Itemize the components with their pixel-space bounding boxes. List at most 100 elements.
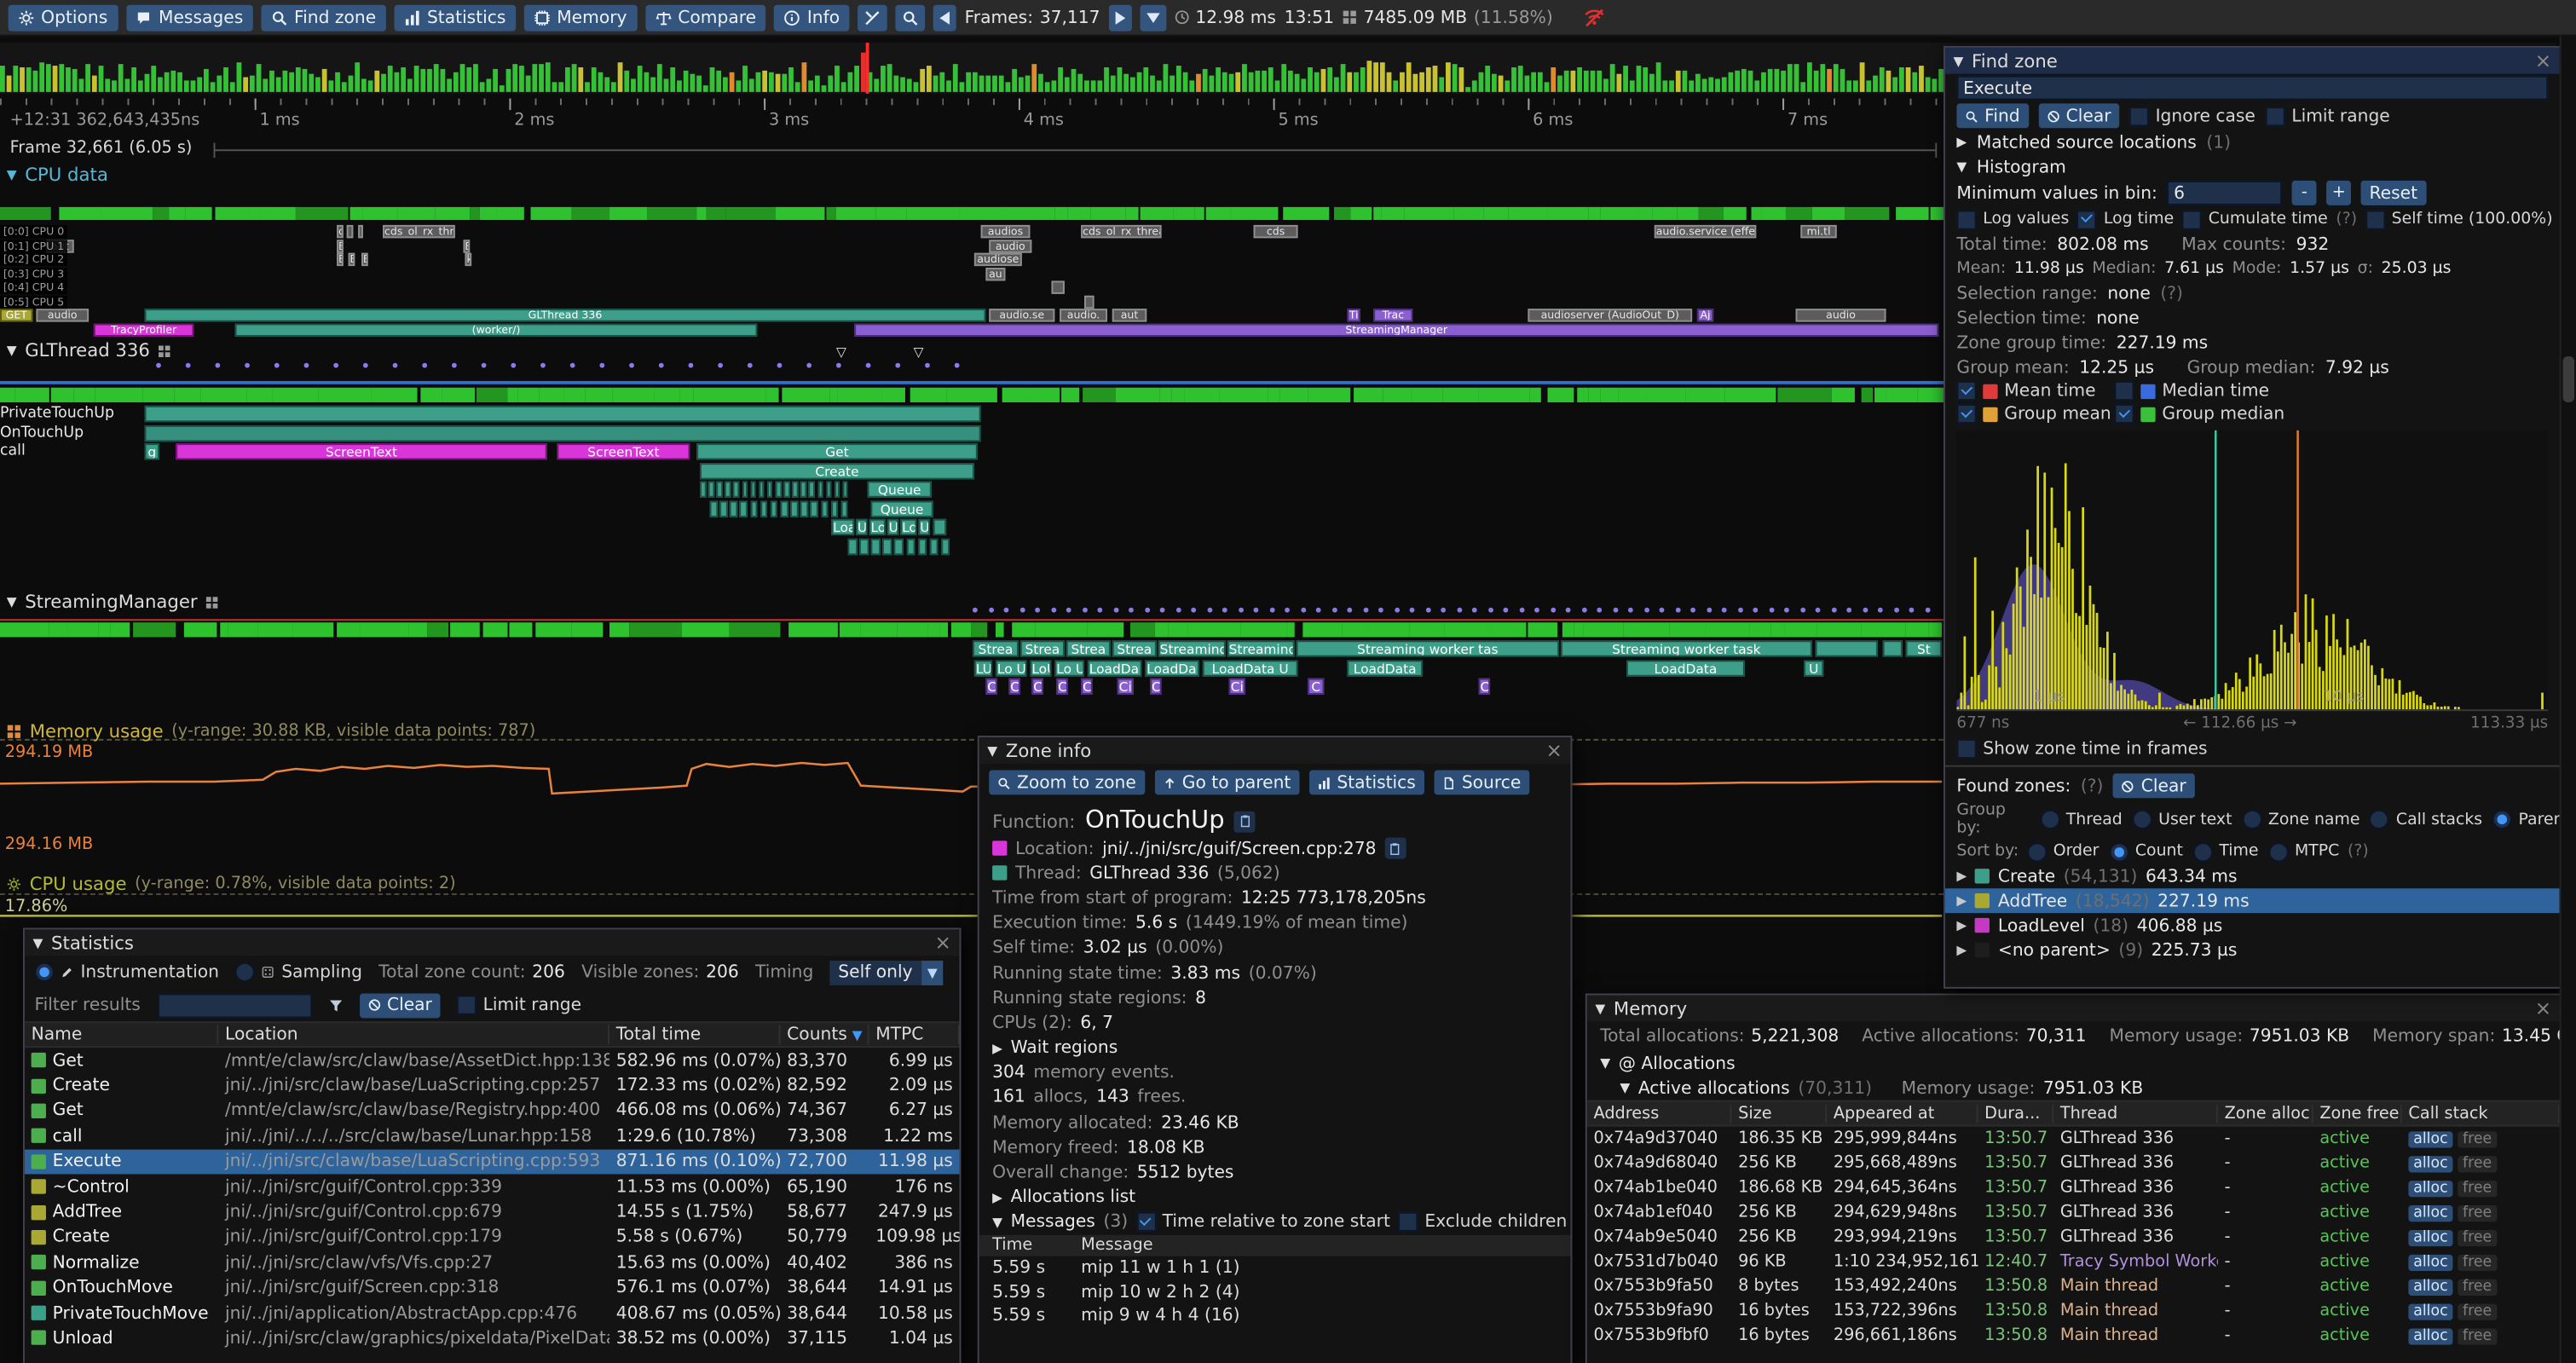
message-dot[interactable]: [1207, 608, 1212, 613]
zone[interactable]: LoU: [1030, 659, 1051, 675]
activity-segment[interactable]: [1302, 622, 1342, 637]
frame-bar[interactable]: [1360, 68, 1366, 92]
activity-segment[interactable]: [1412, 388, 1442, 402]
activity-segment[interactable]: [1770, 622, 1783, 637]
activity-segment[interactable]: [1160, 388, 1171, 402]
frame-bar[interactable]: [1051, 80, 1056, 92]
frame-bar[interactable]: [1545, 82, 1550, 92]
activity-segment[interactable]: [1372, 207, 1381, 220]
activity-segment[interactable]: [292, 622, 333, 637]
radio-option[interactable]: Zone name: [2242, 810, 2359, 829]
frame-bar[interactable]: [1255, 70, 1260, 91]
message-dot[interactable]: [1737, 608, 1742, 613]
frame-bar[interactable]: [1150, 75, 1155, 92]
ignore-case-checkbox[interactable]: Ignore case: [2129, 106, 2255, 125]
zone[interactable]: Ti: [1347, 309, 1360, 321]
activity-segment[interactable]: [1778, 388, 1832, 402]
activity-segment[interactable]: [1574, 622, 1583, 637]
frame-bar[interactable]: [105, 78, 110, 92]
activity-segment[interactable]: [1493, 622, 1528, 637]
activity-segment[interactable]: [1817, 622, 1862, 637]
frame-bar[interactable]: [1439, 77, 1444, 92]
frame-bar[interactable]: [966, 72, 971, 92]
message-dot[interactable]: [973, 608, 978, 613]
frame-bar[interactable]: [1347, 72, 1352, 92]
frame-bar[interactable]: [1610, 64, 1615, 92]
message-dot[interactable]: [511, 363, 516, 368]
frame-bar[interactable]: [1485, 65, 1490, 92]
message-dot[interactable]: [1909, 608, 1915, 613]
activity-segment[interactable]: [836, 207, 876, 220]
zone[interactable]: audio: [1796, 309, 1886, 321]
zone[interactable]: Up: [918, 519, 929, 535]
frame-bar[interactable]: [66, 67, 71, 92]
frame-bar[interactable]: [907, 78, 912, 92]
alloc-callstack-chip[interactable]: alloc: [2408, 1279, 2452, 1296]
frame-bar[interactable]: [1603, 78, 1609, 92]
copy-button[interactable]: [1384, 838, 1406, 859]
activity-segment[interactable]: [907, 207, 959, 220]
frame-bar[interactable]: [539, 65, 544, 92]
frame-bar[interactable]: [263, 79, 268, 92]
frame-bar[interactable]: [900, 77, 905, 92]
toolbar-button[interactable]: Memory: [524, 4, 637, 31]
memory-usage-plot[interactable]: [0, 742, 1944, 841]
frame-bar[interactable]: [1012, 69, 1017, 92]
activity-segment[interactable]: [1618, 388, 1649, 402]
zone[interactable]: GET: [0, 309, 33, 321]
message-dot[interactable]: [245, 363, 250, 368]
frame-bar[interactable]: [441, 69, 446, 92]
activity-segment[interactable]: [1588, 388, 1600, 402]
frame-bar[interactable]: [604, 77, 609, 92]
activity-segment[interactable]: [1930, 207, 1944, 220]
activity-segment[interactable]: [782, 388, 829, 402]
frame-bar[interactable]: [565, 67, 570, 92]
toolbar-button[interactable]: Compare: [645, 4, 766, 31]
frame-bar[interactable]: [20, 68, 25, 92]
frame-bar[interactable]: [1499, 75, 1504, 92]
message-dot[interactable]: [1066, 608, 1071, 613]
frame-bar[interactable]: [1676, 71, 1681, 92]
frame-bar[interactable]: [131, 68, 136, 92]
message-dot[interactable]: [629, 363, 634, 368]
activity-segment[interactable]: [1622, 622, 1669, 637]
message-dot[interactable]: [718, 363, 723, 368]
frame-bar[interactable]: [1616, 73, 1621, 92]
search-input[interactable]: [1956, 76, 2548, 101]
message-dot[interactable]: [1722, 608, 1727, 613]
frame-bar[interactable]: [1058, 68, 1063, 92]
activity-segment[interactable]: [1088, 622, 1123, 637]
frame-bar[interactable]: [355, 63, 360, 92]
message-dot[interactable]: [1269, 608, 1274, 613]
activity-segment[interactable]: [1067, 207, 1090, 220]
activity-segment[interactable]: [220, 622, 228, 637]
frame-bar[interactable]: [349, 76, 354, 92]
frame-bar[interactable]: [841, 82, 846, 92]
zone[interactable]: Loi: [869, 519, 886, 535]
zone[interactable]: C: [1308, 679, 1324, 695]
activity-segment[interactable]: [1784, 622, 1818, 637]
message-dot[interactable]: [333, 363, 338, 368]
activity-segment[interactable]: [697, 207, 706, 220]
zone[interactable]: GLThread 336: [145, 309, 986, 321]
timing-dropdown[interactable]: Self only▼: [830, 960, 943, 985]
activity-segment[interactable]: [133, 622, 176, 637]
legend-checkbox[interactable]: Group mean: [1956, 404, 2114, 424]
zone[interactable]: Lo U: [996, 659, 1027, 675]
message-dot[interactable]: [1113, 608, 1118, 613]
frame-bar[interactable]: [1019, 77, 1024, 92]
message-dot[interactable]: [1175, 608, 1181, 613]
zone[interactable]: [821, 500, 829, 517]
message-dot[interactable]: [482, 363, 487, 368]
zone[interactable]: LoadDaU: [1088, 659, 1142, 675]
activity-segment[interactable]: [1762, 207, 1786, 220]
frame-bar[interactable]: [1031, 63, 1037, 92]
activity-segment[interactable]: [296, 207, 338, 220]
zone[interactable]: Strea: [973, 640, 1019, 656]
activity-segment[interactable]: [1308, 388, 1350, 402]
message-dot[interactable]: [156, 363, 161, 368]
activity-segment[interactable]: [1698, 207, 1723, 220]
frame-bar[interactable]: [99, 66, 104, 92]
zone-marker-icon[interactable]: ▽: [914, 345, 924, 360]
zone[interactable]: C: [1031, 679, 1043, 695]
